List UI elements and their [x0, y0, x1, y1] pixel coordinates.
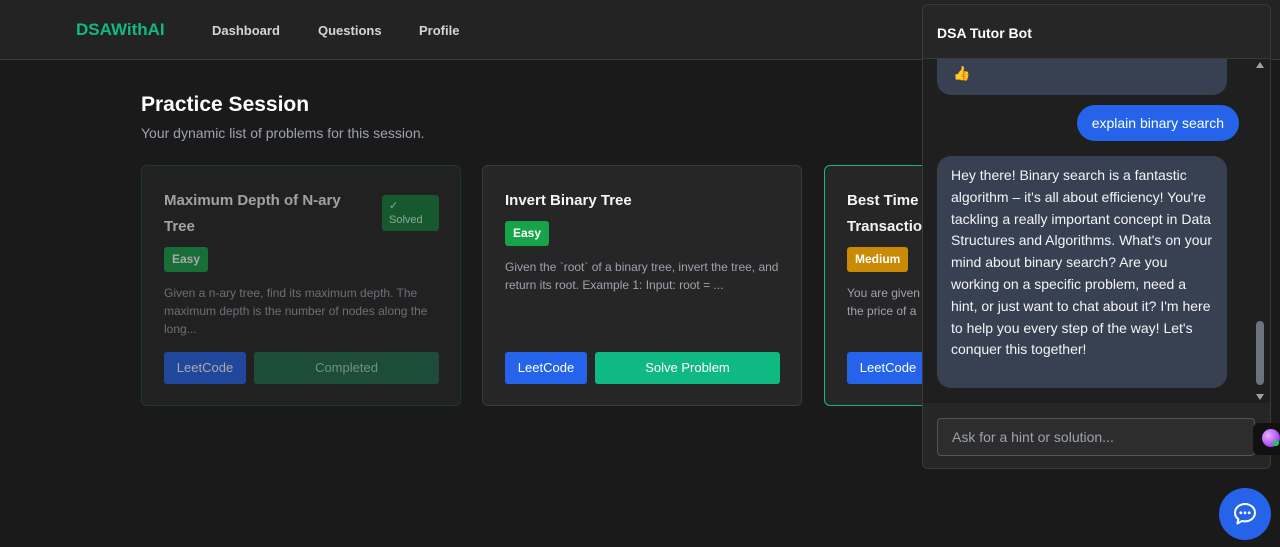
- difficulty-badge: Easy: [505, 221, 550, 246]
- problem-card: Invert Binary Tree Easy Given the `root`…: [482, 165, 802, 406]
- scroll-thumb[interactable]: [1256, 321, 1264, 385]
- problem-title: Maximum Depth of N-ary Tree: [164, 192, 341, 235]
- problem-description: You are given the price of a: [847, 286, 920, 318]
- scroll-down-icon[interactable]: [1256, 394, 1264, 400]
- difficulty-badge: Medium: [847, 247, 909, 272]
- online-status-icon: [1273, 440, 1279, 446]
- nav-link-dashboard[interactable]: Dashboard: [212, 23, 280, 38]
- chat-toggle-button[interactable]: [1219, 488, 1271, 540]
- leetcode-button[interactable]: LeetCode: [847, 352, 929, 384]
- scroll-up-icon[interactable]: [1256, 62, 1264, 68]
- chat-messages[interactable]: 👍 explain binary search Hey there! Binar…: [923, 59, 1270, 403]
- nav-link-questions[interactable]: Questions: [318, 23, 382, 38]
- leetcode-button[interactable]: LeetCode: [505, 352, 587, 384]
- chat-bubble-icon: [1234, 503, 1256, 525]
- bot-message: Hey there! Binary search is a fantastic …: [937, 156, 1227, 388]
- check-icon: ✓: [389, 200, 399, 212]
- chat-title: DSA Tutor Bot: [937, 25, 1032, 41]
- solve-problem-button[interactable]: Solve Problem: [595, 352, 780, 384]
- brand-logo[interactable]: DSAWithAI: [76, 20, 165, 40]
- difficulty-badge: Easy: [164, 247, 209, 272]
- page-subtitle: Your dynamic list of problems for this s…: [141, 125, 425, 141]
- page-title: Practice Session: [141, 93, 310, 116]
- leetcode-button[interactable]: LeetCode: [164, 352, 246, 384]
- bot-message-previous: 👍: [937, 59, 1227, 95]
- thumbs-up-icon: 👍: [953, 65, 971, 81]
- problem-card: Maximum Depth of N-ary Tree ✓ Solved Eas…: [141, 165, 461, 406]
- chat-input[interactable]: [937, 418, 1255, 456]
- problem-title: Invert Binary Tree: [505, 192, 632, 209]
- chat-header: DSA Tutor Bot: [923, 5, 1270, 59]
- completed-button[interactable]: Completed: [254, 352, 439, 384]
- user-message: explain binary search: [1076, 105, 1239, 141]
- nav-link-profile[interactable]: Profile: [419, 23, 459, 38]
- solved-badge: ✓ Solved: [382, 195, 439, 231]
- problem-description: Given a n-ary tree, find its maximum dep…: [164, 286, 428, 336]
- solved-label: Solved: [389, 214, 423, 226]
- chat-panel: DSA Tutor Bot 👍 explain binary search He…: [922, 4, 1271, 469]
- problem-description: Given the `root` of a binary tree, inver…: [505, 260, 779, 292]
- chat-scrollbar[interactable]: [1254, 59, 1266, 403]
